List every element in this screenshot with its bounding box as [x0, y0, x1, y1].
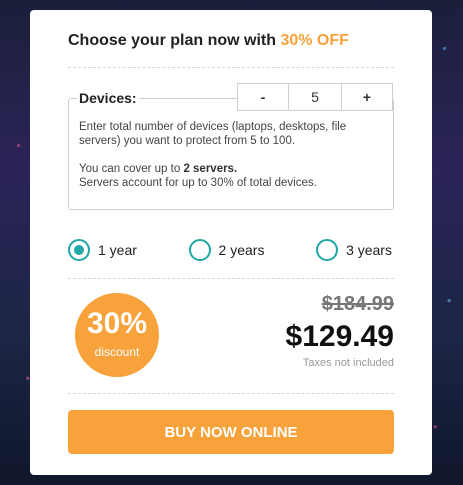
radio-unselected-icon[interactable]: [316, 239, 339, 261]
price-section: 30% discount $184.99 $129.49 Taxes not i…: [68, 279, 394, 393]
tax-note: Taxes not included: [302, 357, 394, 369]
buy-now-button[interactable]: BUY NOW ONLINE: [68, 410, 394, 454]
radio-unselected-icon[interactable]: [188, 239, 211, 261]
page-title: Choose your plan now with 30% OFF: [68, 32, 394, 50]
period-option-3-years[interactable]: 3 years: [316, 239, 394, 261]
servers-note: Servers account for up to 30% of total d…: [79, 177, 317, 189]
discount-percent: 30%: [86, 307, 148, 340]
divider: [68, 393, 394, 394]
devices-count-input[interactable]: 5: [288, 84, 342, 110]
servers-info: You can cover up to 2 servers. Servers ac…: [79, 162, 383, 190]
original-price: $184.99: [321, 293, 394, 315]
devices-description: Enter total number of devices (laptops, …: [79, 120, 383, 190]
radio-selected-icon[interactable]: [68, 239, 90, 261]
discounted-price: $129.49: [285, 320, 394, 353]
title-prefix: Choose your plan now with: [68, 32, 281, 49]
title-discount-highlight: 30% OFF: [280, 32, 349, 49]
period-option-1-year[interactable]: 1 year: [68, 239, 137, 261]
discount-label: discount: [94, 345, 140, 359]
devices-stepper: - 5 +: [237, 83, 393, 111]
divider: [68, 67, 394, 68]
period-option-2-years[interactable]: 2 years: [188, 239, 265, 261]
period-label: 3 years: [346, 242, 392, 258]
servers-count: 2 servers.: [183, 163, 238, 175]
period-options: 1 year 2 years 3 years: [68, 239, 394, 261]
period-label: 2 years: [218, 242, 265, 258]
plan-card: Choose your plan now with 30% OFF Device…: [30, 10, 432, 475]
decrement-button[interactable]: -: [238, 84, 288, 110]
servers-prefix: You can cover up to: [79, 163, 184, 175]
increment-button[interactable]: +: [342, 84, 392, 110]
discount-badge: 30% discount: [75, 293, 159, 377]
price-block: $184.99 $129.49 Taxes not included: [286, 293, 394, 369]
devices-label: Devices:: [77, 90, 139, 106]
devices-box: Devices: - 5 + Enter total number of dev…: [68, 83, 394, 210]
period-label: 1 year: [98, 242, 137, 258]
devices-instructions: Enter total number of devices (laptops, …: [79, 121, 347, 147]
